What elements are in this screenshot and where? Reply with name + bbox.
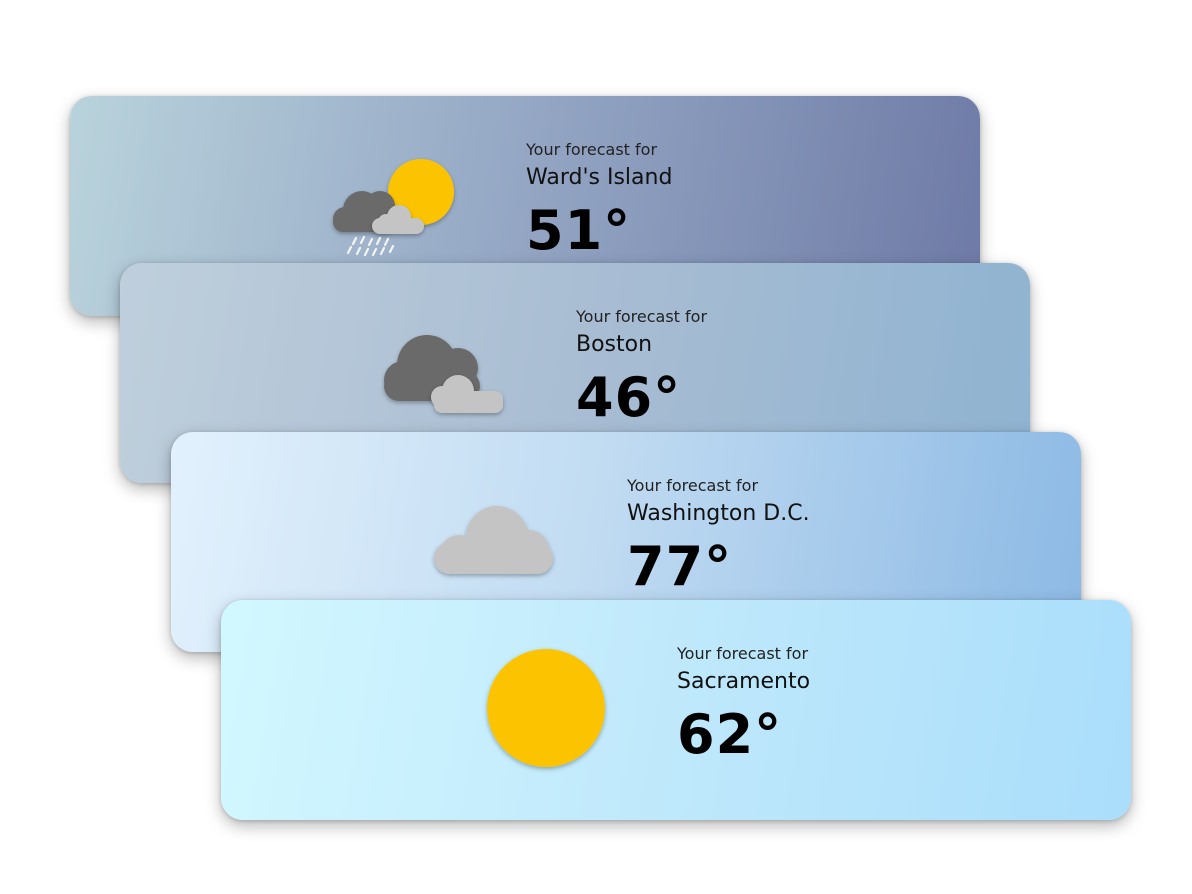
forecast-text: Your forecast for Washington D.C. 77° bbox=[627, 476, 810, 598]
forecast-label: Your forecast for bbox=[576, 307, 708, 326]
forecast-label: Your forecast for bbox=[677, 644, 809, 663]
forecast-text: Your forecast for Sacramento 62° bbox=[677, 644, 810, 766]
cloudy-icon bbox=[370, 313, 520, 433]
forecast-label: Your forecast for bbox=[627, 476, 759, 495]
temperature: 62° bbox=[677, 703, 783, 766]
sun-icon bbox=[471, 649, 621, 770]
temperature: 51° bbox=[526, 199, 632, 262]
city-name: Sacramento bbox=[677, 669, 811, 694]
sun-cloud-rain-icon bbox=[320, 146, 470, 266]
city-name: Boston bbox=[576, 332, 653, 357]
city-name: Washington D.C. bbox=[627, 501, 810, 526]
cloud-icon bbox=[421, 482, 571, 602]
city-name: Ward's Island bbox=[526, 165, 673, 190]
forecast-stack: Your forecast for Ward's Island 51° Your… bbox=[0, 0, 1192, 894]
forecast-text: Your forecast for Boston 46° bbox=[576, 307, 707, 429]
temperature: 77° bbox=[627, 535, 733, 598]
temperature: 46° bbox=[576, 366, 682, 429]
forecast-text: Your forecast for Ward's Island 51° bbox=[526, 140, 672, 262]
forecast-card-sacramento[interactable]: Your forecast for Sacramento 62° bbox=[221, 600, 1131, 820]
forecast-label: Your forecast for bbox=[526, 140, 658, 159]
